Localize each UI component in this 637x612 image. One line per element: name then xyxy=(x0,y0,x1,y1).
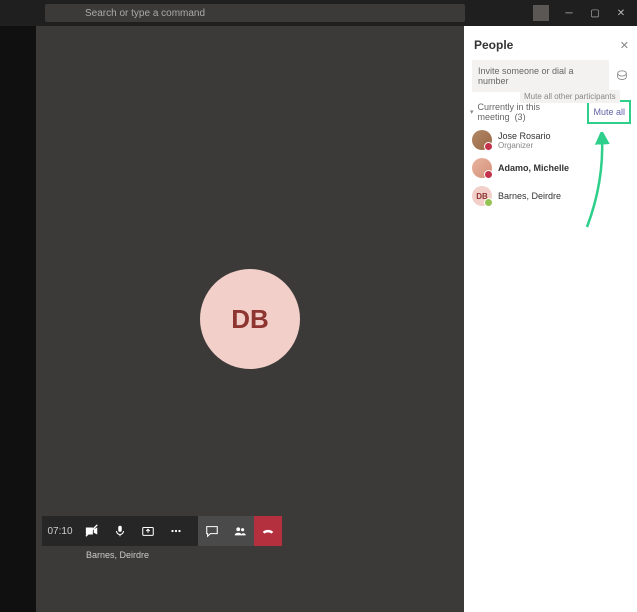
meeting-stage: DB 07:10 Barnes, Deirdre xyxy=(36,26,464,612)
participant-name: Jose Rosario xyxy=(498,131,551,141)
camera-toggle-button[interactable] xyxy=(78,516,106,546)
participant-row[interactable]: DB Barnes, Deirdre xyxy=(464,182,637,210)
invite-input[interactable]: Invite someone or dial a number xyxy=(472,60,609,92)
panel-title: People xyxy=(474,38,620,52)
hangup-button[interactable] xyxy=(254,516,282,546)
participant-name: Adamo, Michelle xyxy=(498,163,569,173)
participant-avatar: DB xyxy=(472,186,492,206)
presence-icon xyxy=(484,170,493,179)
section-label: Currently in this meeting (3) xyxy=(478,102,588,122)
participant-row[interactable]: Jose RosarioOrganizer xyxy=(464,126,637,154)
people-panel: People ✕ Invite someone or dial a number… xyxy=(464,26,637,612)
more-button[interactable] xyxy=(162,516,190,546)
minimize-button[interactable]: ─ xyxy=(559,8,579,19)
meeting-timer: 07:10 xyxy=(42,526,78,537)
chat-button[interactable] xyxy=(198,516,226,546)
participant-row[interactable]: Adamo, Michelle xyxy=(464,154,637,182)
panel-close-button[interactable]: ✕ xyxy=(620,39,629,52)
participant-role: Organizer xyxy=(498,141,551,150)
participant-name: Barnes, Deirdre xyxy=(498,191,561,201)
search-input[interactable]: Search or type a command xyxy=(45,4,465,22)
dialpad-icon[interactable] xyxy=(615,69,629,83)
maximize-button[interactable]: ▢ xyxy=(585,8,605,19)
presence-icon xyxy=(484,198,493,207)
participant-avatar xyxy=(472,158,492,178)
app-rail xyxy=(0,26,36,612)
share-button[interactable] xyxy=(134,516,162,546)
speaker-avatar: DB xyxy=(200,269,300,369)
close-window-button[interactable]: ✕ xyxy=(611,8,631,19)
presence-icon xyxy=(484,142,493,151)
collapse-icon[interactable]: ▾ xyxy=(470,108,474,116)
mute-all-button[interactable]: Mute all xyxy=(587,100,631,124)
mute-all-tooltip: Mute all other participants xyxy=(520,90,620,103)
mic-toggle-button[interactable] xyxy=(106,516,134,546)
account-avatar[interactable] xyxy=(533,5,549,21)
participant-avatar xyxy=(472,130,492,150)
meeting-toolbar: 07:10 xyxy=(42,516,282,546)
people-button[interactable] xyxy=(226,516,254,546)
search-placeholder: Search or type a command xyxy=(85,8,205,19)
speaker-name-label: Barnes, Deirdre xyxy=(86,550,149,560)
